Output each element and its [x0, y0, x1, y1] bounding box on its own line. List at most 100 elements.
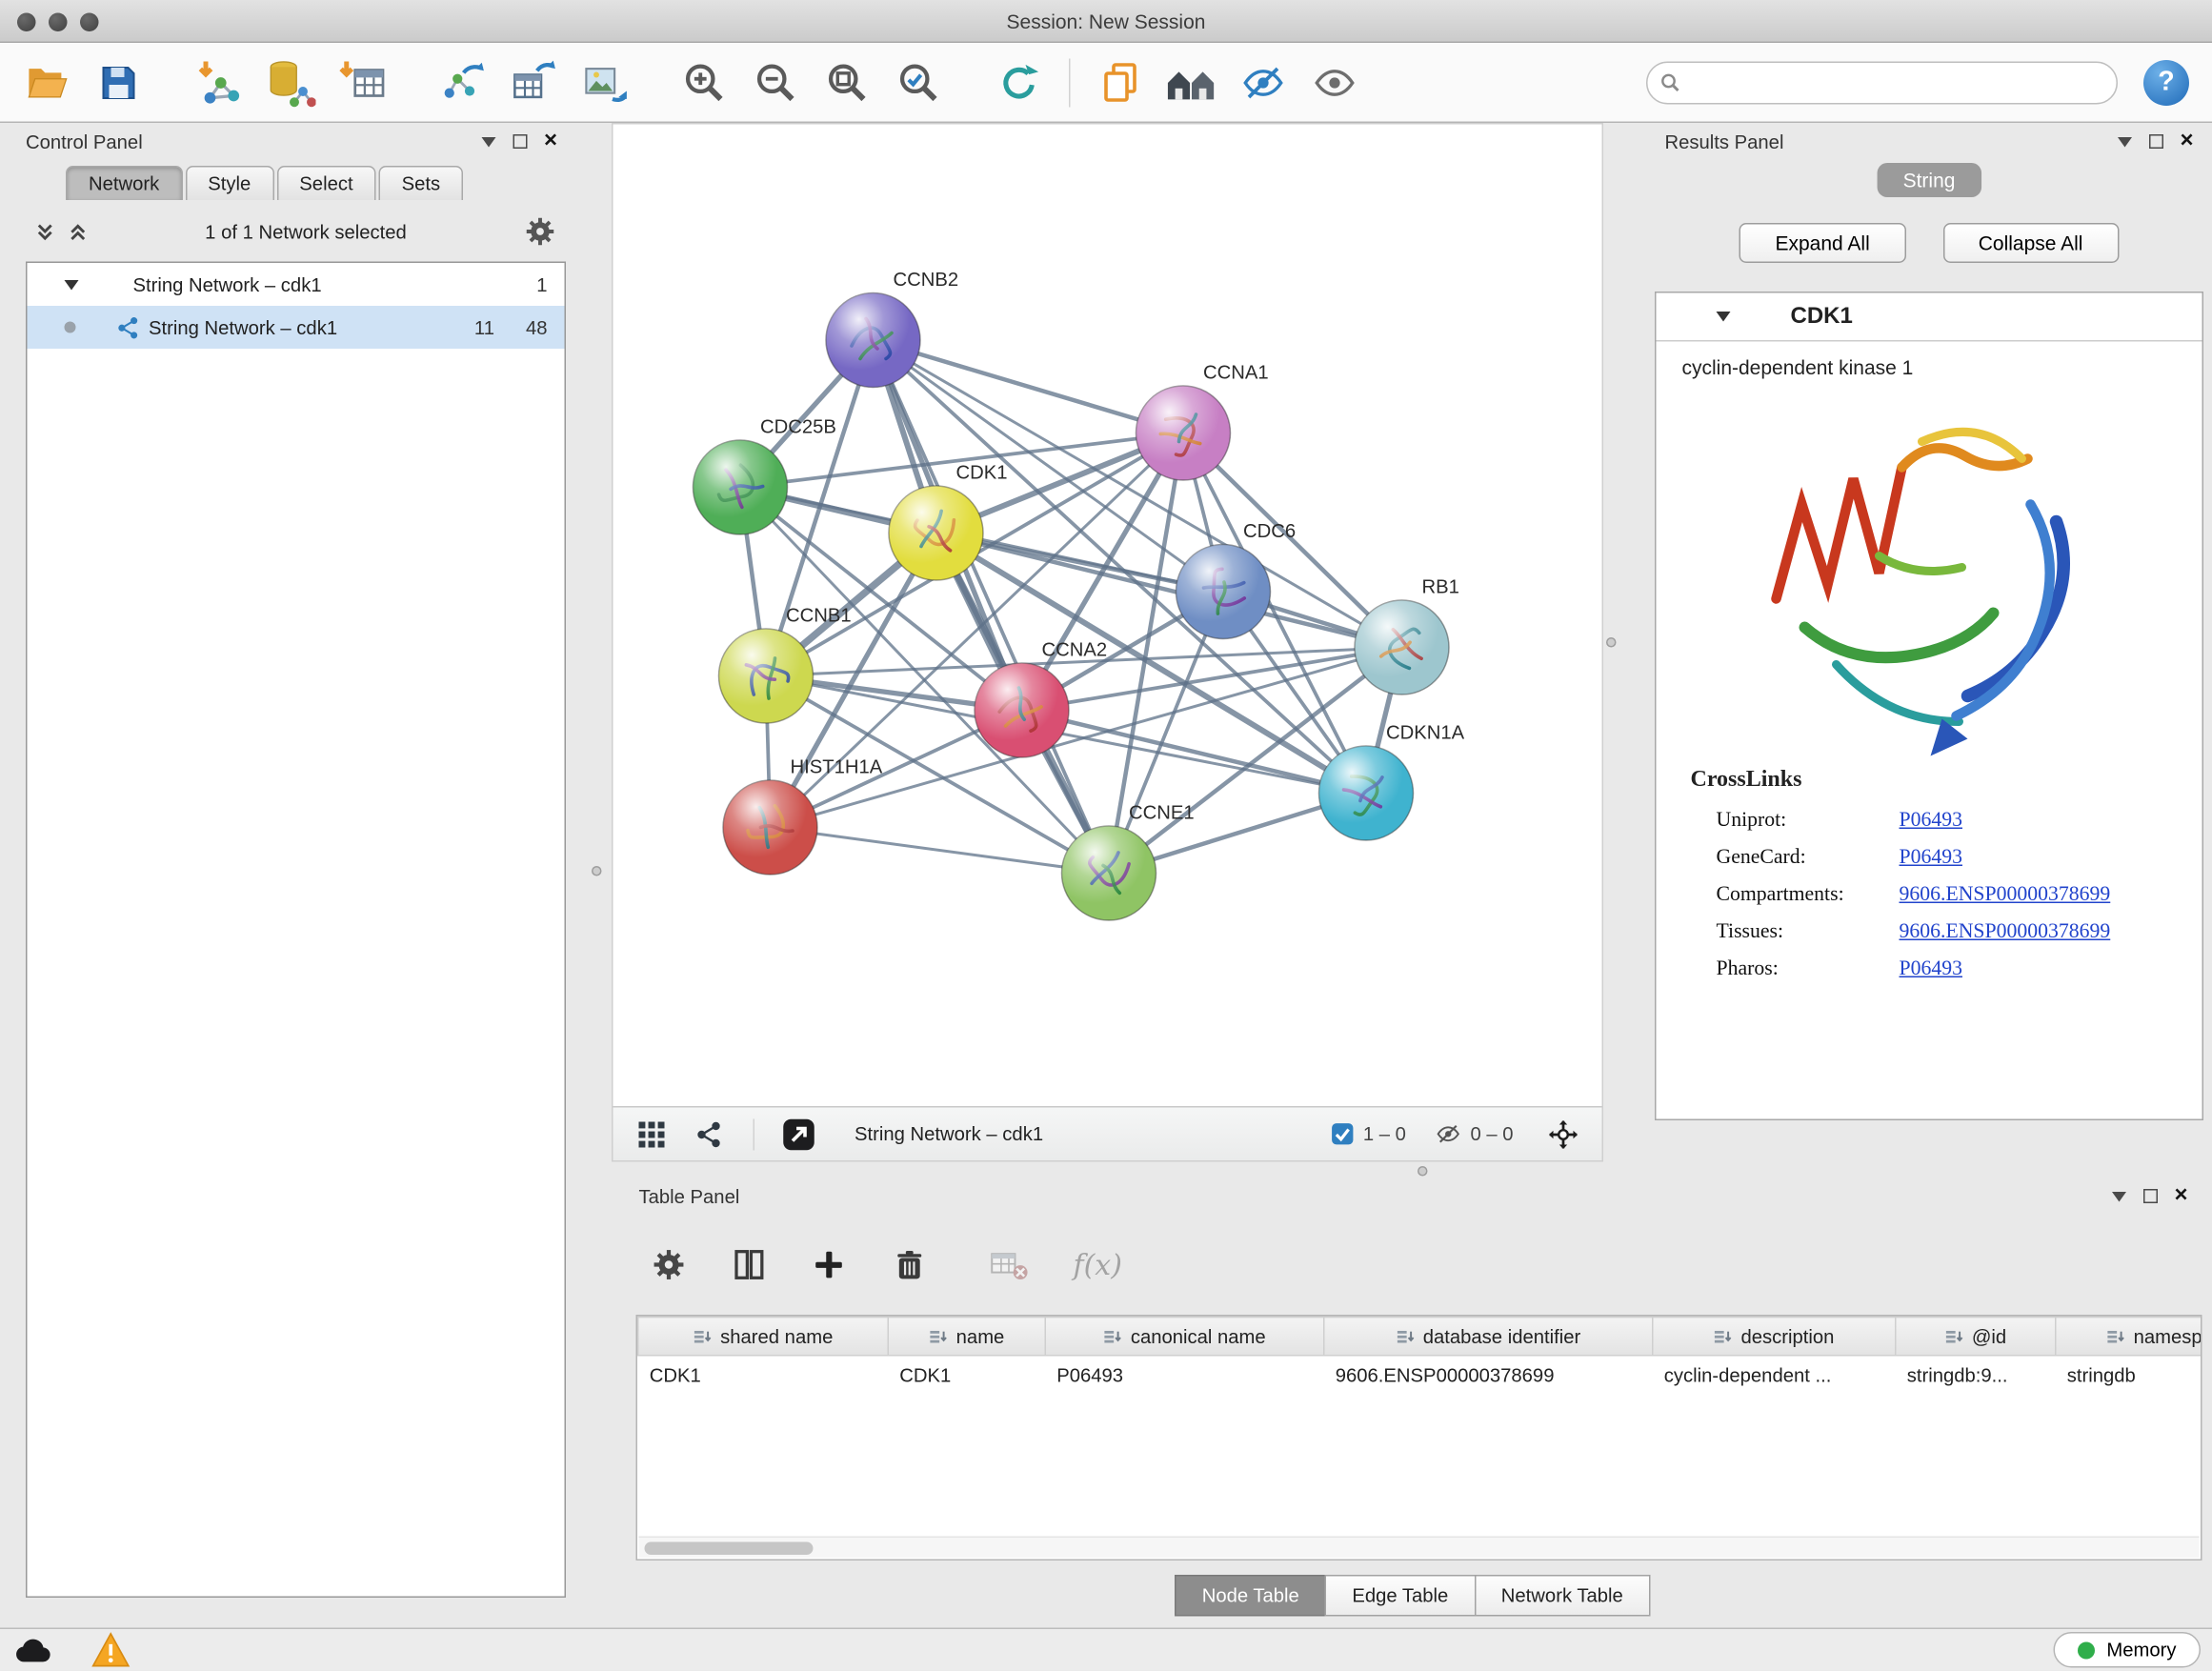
panel-close-icon[interactable]: × [544, 131, 557, 151]
show-all-button[interactable] [1302, 50, 1368, 115]
create-column-button[interactable] [808, 1243, 851, 1286]
table-tab-edge-table[interactable]: Edge Table [1325, 1575, 1476, 1617]
gene-expander-icon[interactable] [1717, 312, 1731, 322]
network-canvas[interactable]: CCNB2CCNA1CDC25BCDK1CDC6RB1CCNB1CCNA2CDK… [613, 125, 1602, 1107]
copy-button[interactable] [1088, 50, 1154, 115]
panel-maximize-icon[interactable] [513, 134, 527, 149]
open-session-button[interactable] [14, 50, 80, 115]
network-node-RB1[interactable]: RB1 [1355, 577, 1459, 695]
zoom-selected-button[interactable] [886, 50, 952, 115]
refresh-button[interactable] [986, 50, 1052, 115]
expand-all-icon[interactable] [68, 221, 90, 243]
crosshair-move-icon [1546, 1117, 1580, 1151]
table-row[interactable]: CDK1CDK1P064939606.ENSP00000378699cyclin… [638, 1356, 2202, 1395]
scrollbar-thumb[interactable] [645, 1542, 814, 1556]
horizontal-splitter-handle[interactable] [1418, 1166, 1428, 1177]
network-node-CCNB2[interactable]: CCNB2 [826, 270, 958, 388]
network-row-selected[interactable]: String Network – cdk1 11 48 [28, 306, 565, 349]
cloud-status-button[interactable] [11, 1636, 54, 1666]
network-node-CCNA1[interactable]: CCNA1 [1136, 363, 1269, 481]
control-tab-sets[interactable]: Sets [379, 166, 464, 200]
column-sort-icon [1944, 1327, 1963, 1346]
memory-button[interactable]: Memory [2054, 1633, 2201, 1669]
network-node-HIST1H1A[interactable]: HIST1H1A [723, 757, 883, 876]
fit-content-button[interactable] [1542, 1113, 1585, 1156]
panel-float-icon[interactable] [481, 136, 495, 147]
expand-all-button[interactable]: Expand All [1739, 223, 1905, 263]
crosslink-link[interactable]: 9606.ENSP00000378699 [1900, 882, 2111, 907]
export-table-button[interactable] [500, 50, 566, 115]
edge-CDK1-RB1[interactable] [936, 534, 1402, 648]
zoom-out-button[interactable] [743, 50, 809, 115]
memory-label: Memory [2106, 1640, 2176, 1661]
edge-CCNB2-CCNA1[interactable] [874, 340, 1184, 433]
tree-expander-icon[interactable] [65, 279, 79, 290]
zoom-window-button[interactable] [80, 12, 99, 31]
crosslink-link[interactable]: P06493 [1900, 956, 1962, 981]
help-button[interactable]: ? [2143, 59, 2189, 105]
control-tab-style[interactable]: Style [185, 166, 273, 200]
close-window-button[interactable] [17, 12, 36, 31]
column-header-shared-name[interactable]: shared name [638, 1317, 889, 1356]
current-network-name: String Network – cdk1 [855, 1123, 1043, 1145]
import-table-button[interactable] [329, 50, 394, 115]
table-horizontal-scrollbar[interactable] [639, 1537, 2200, 1559]
network-collection-row[interactable]: String Network – cdk1 1 [28, 263, 565, 306]
vertical-splitter-handle[interactable] [592, 866, 602, 876]
hide-selected-button[interactable] [1231, 50, 1297, 115]
column-header--id[interactable]: @id [1896, 1317, 2056, 1356]
panel-maximize-icon[interactable] [2142, 1189, 2157, 1203]
crosslink-link[interactable]: P06493 [1900, 808, 1962, 833]
vertical-splitter-handle[interactable] [1606, 637, 1617, 648]
hidden-eye-slash-icon[interactable] [1435, 1122, 1462, 1147]
search-input[interactable] [1646, 61, 2118, 104]
minimize-window-button[interactable] [49, 12, 68, 31]
column-header-canonical-name[interactable]: canonical name [1045, 1317, 1324, 1356]
column-header-description[interactable]: description [1653, 1317, 1896, 1356]
export-network-button[interactable] [429, 50, 494, 115]
selected-checkbox-icon[interactable] [1330, 1122, 1355, 1147]
warnings-button[interactable] [91, 1633, 131, 1669]
show-columns-button[interactable] [728, 1243, 771, 1286]
network-node-CCNB1[interactable]: CCNB1 [719, 606, 852, 724]
table-options-button[interactable] [648, 1243, 691, 1286]
crosslink-link[interactable]: 9606.ENSP00000378699 [1900, 919, 2111, 944]
control-tab-network[interactable]: Network [66, 166, 182, 200]
home-button[interactable] [1159, 50, 1225, 115]
network-selection-row: 1 of 1 Network selected [34, 214, 557, 249]
table-tab-network-table[interactable]: Network Table [1474, 1575, 1650, 1617]
string-tab-badge[interactable]: String [1878, 163, 1981, 197]
panel-float-icon[interactable] [2111, 1191, 2125, 1201]
panel-float-icon[interactable] [2117, 136, 2131, 147]
column-header-name[interactable]: name [888, 1317, 1045, 1356]
plus-icon [811, 1246, 848, 1283]
control-tab-select[interactable]: Select [276, 166, 375, 200]
warning-icon [91, 1633, 131, 1669]
network-overview-button[interactable] [688, 1113, 731, 1156]
panel-maximize-icon[interactable] [2148, 134, 2162, 149]
column-header-namespace[interactable]: namespace [2056, 1317, 2202, 1356]
export-image-button[interactable] [572, 50, 637, 115]
export-view-button[interactable] [777, 1113, 820, 1156]
collapse-all-icon[interactable] [34, 221, 56, 243]
panel-close-icon[interactable]: × [2180, 131, 2193, 151]
edge-CCNB2-CCNE1[interactable] [874, 340, 1110, 874]
column-header-database-identifier[interactable]: database identifier [1324, 1317, 1653, 1356]
gear-icon[interactable] [523, 214, 557, 249]
table-tab-node-table[interactable]: Node Table [1175, 1575, 1326, 1617]
grid-view-button[interactable] [631, 1113, 674, 1156]
panel-close-icon[interactable]: × [2174, 1186, 2187, 1206]
import-network-database-button[interactable] [257, 50, 323, 115]
network-graph[interactable]: CCNB2CCNA1CDC25BCDK1CDC6RB1CCNB1CCNA2CDK… [613, 125, 1602, 1107]
zoom-fit-button[interactable] [814, 50, 880, 115]
collapse-all-button[interactable]: Collapse All [1942, 223, 2119, 263]
import-network-file-button[interactable] [186, 50, 251, 115]
crosslink-link[interactable]: P06493 [1900, 845, 1962, 870]
edge-HIST1H1A-CCNE1[interactable] [771, 828, 1110, 874]
delete-column-button[interactable] [888, 1243, 931, 1286]
crosslink-label: Compartments: [1717, 882, 1900, 907]
save-session-button[interactable] [86, 50, 151, 115]
zoom-in-button[interactable] [672, 50, 737, 115]
gene-card-header[interactable]: CDK1 [1657, 293, 2202, 342]
results-panel-title: Results Panel [1665, 131, 1784, 152]
